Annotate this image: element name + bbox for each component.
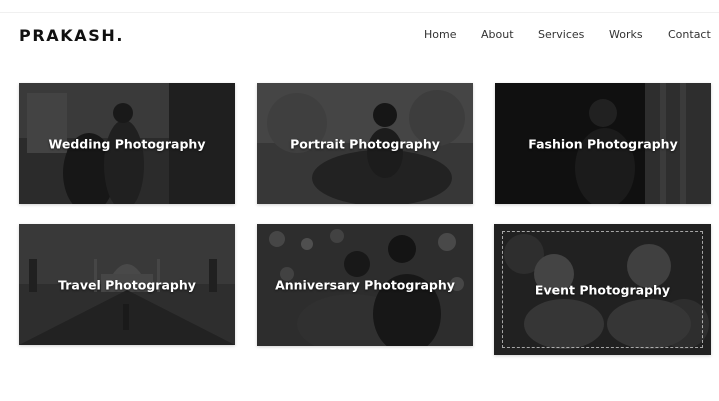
gallery-card-anniversary[interactable]: Anniversary Photography: [257, 224, 473, 346]
site-header: PRAKASH. Home About Services Works Conta…: [0, 13, 719, 57]
gallery-card-travel[interactable]: Travel Photography: [19, 224, 235, 345]
gallery-card-label: Event Photography: [534, 282, 671, 297]
gallery-card-label: Anniversary Photography: [275, 277, 455, 293]
gallery-card-label: Travel Photography: [58, 277, 196, 292]
nav-contact[interactable]: Contact: [668, 28, 711, 41]
gallery-card-portrait[interactable]: Portrait Photography: [257, 83, 473, 204]
gallery-card-wedding[interactable]: Wedding Photography: [19, 83, 235, 204]
main-nav: Home About Services Works Contact: [0, 28, 719, 42]
nav-works[interactable]: Works: [609, 28, 643, 41]
page: PRAKASH. Home About Services Works Conta…: [0, 0, 719, 401]
nav-about[interactable]: About: [481, 28, 514, 41]
nav-services[interactable]: Services: [538, 28, 584, 41]
gallery-card-fashion[interactable]: Fashion Photography: [495, 83, 711, 204]
gallery-card-label: Wedding Photography: [48, 136, 206, 151]
gallery-card-label: Fashion Photography: [528, 136, 678, 151]
nav-home[interactable]: Home: [424, 28, 456, 41]
gallery-card-event[interactable]: Event Photography: [494, 224, 711, 355]
gallery-card-label: Portrait Photography: [290, 136, 440, 151]
